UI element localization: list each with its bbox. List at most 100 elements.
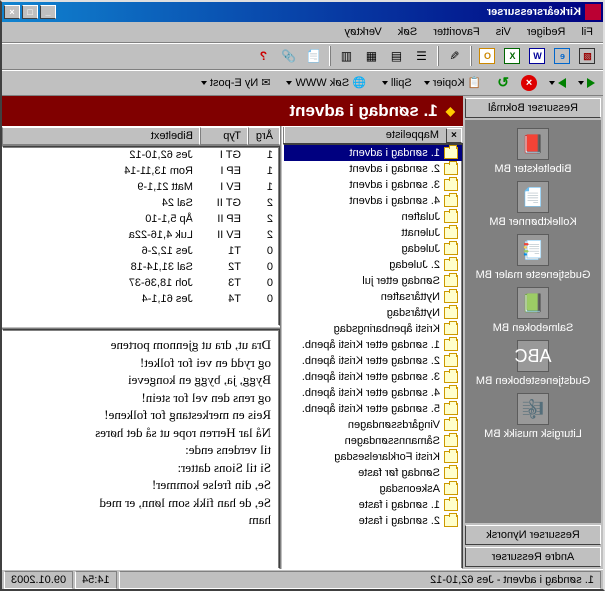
sidebar-item[interactable]: 📕Bibeltekster BM (494, 128, 571, 175)
table-row[interactable]: 2EP II Åp 5,1-10 (3, 211, 279, 227)
tb-tree-icon[interactable]: ☰ (410, 45, 433, 67)
tree-item[interactable]: 1. søndag etter Kristi åpenb. (284, 337, 462, 353)
sidebar-item[interactable]: 📗Salmeboken BM (493, 287, 574, 334)
table-row[interactable]: 1EP I Rom 13,11-14 (3, 163, 279, 179)
scripture-line: Se, de han fikk som lønn, er med (11, 494, 271, 512)
tree-item[interactable]: 3. søndag etter Kristi åpenb. (284, 369, 462, 385)
table-row[interactable]: 0T4 Jes 61,1-4 (3, 291, 279, 307)
menu-fil[interactable]: Fil (575, 24, 599, 40)
tb-excel-icon[interactable]: X (501, 45, 524, 67)
forward-button[interactable] (545, 76, 570, 90)
spill-button[interactable]: Spill (378, 75, 416, 91)
folder-icon (444, 499, 458, 511)
tree-item[interactable]: Søndag etter jul (284, 273, 462, 289)
tb-wand-icon[interactable]: ✎ (443, 45, 466, 67)
tb-link-icon[interactable]: 🔗 (277, 45, 300, 67)
maximize-button[interactable]: □ (22, 5, 38, 19)
menubar: FilRedigerVis FavoritterSøk Verktøy (2, 22, 603, 42)
tree-item[interactable]: 1. søndag i advent (284, 145, 462, 161)
minimize-button[interactable]: _ (40, 5, 56, 19)
tree-item[interactable]: 4. søndag i advent (284, 193, 462, 209)
close-button[interactable]: × (4, 5, 20, 19)
sidebar-header-other[interactable]: Andre Ressurser (465, 547, 601, 567)
tree-item[interactable]: 1. søndag i faste (284, 497, 462, 513)
tb-grid-icon[interactable]: ▦ (360, 45, 383, 67)
tree-item[interactable]: Nyttårsaften (284, 289, 462, 305)
tree-item[interactable]: 2. søndag etter Kristi åpenb. (284, 353, 462, 369)
heading-text: 1. søndag i advent (289, 101, 437, 121)
tb-detail-icon[interactable]: ▥ (335, 45, 358, 67)
table-row[interactable]: 0T3 Joh 18,36-37 (3, 275, 279, 291)
col-bib[interactable]: Bibeltext (2, 127, 200, 145)
scripture-text[interactable]: Dra ut, dra ut gjennom porteneog rydd en… (2, 329, 280, 569)
tb-list-icon[interactable]: ▤ (385, 45, 408, 67)
copy-button[interactable]: 📋Kopier (420, 74, 486, 91)
tree-item[interactable]: Kristi åpenbaringsdag (284, 321, 462, 337)
tb-word-icon[interactable]: W (526, 45, 549, 67)
stop-button[interactable]: × (517, 73, 541, 93)
table-row[interactable]: 1GT I Jes 62,10-12 (3, 147, 279, 163)
sidebar-item[interactable]: 📄Kollektbønner BM (489, 181, 576, 228)
sidebar-header-bokmal[interactable]: Ressurser Bokmål (465, 98, 601, 118)
back-button[interactable] (574, 76, 599, 90)
menu-vis[interactable]: Vis (490, 24, 517, 40)
tree-item[interactable]: 5. søndag etter Kristi åpenb. (284, 401, 462, 417)
tree-item[interactable]: 3. søndag i advent (284, 177, 462, 193)
table-row[interactable]: 0T1 Jes 12,2-6 (3, 243, 279, 259)
tree-item[interactable]: Søndag før faste (284, 465, 462, 481)
tree-header: Mappeliste (283, 127, 445, 143)
tree-item[interactable]: 2. søndag i advent (284, 161, 462, 177)
menu-søk[interactable]: Søk (392, 24, 424, 40)
tree-item[interactable]: Juledag (284, 241, 462, 257)
v-splitter[interactable] (280, 126, 283, 569)
cell-arg: 1 (247, 147, 279, 163)
menu-verktøy[interactable]: Verktøy (338, 24, 387, 40)
folder-icon (444, 243, 458, 255)
table-row[interactable]: 1EV I Matt 21,1-9 (3, 179, 279, 195)
tb-ie-icon[interactable]: e (551, 45, 574, 67)
tree-item[interactable]: Julaften (284, 209, 462, 225)
tree-item[interactable]: Julenatt (284, 225, 462, 241)
tree-item-label: 2. Juledag (389, 259, 440, 271)
tree-item-label: Julenatt (401, 227, 440, 239)
table-row[interactable]: 0T2 Sal 31,14-18 (3, 259, 279, 275)
tb-note-icon[interactable]: 📄 (302, 45, 325, 67)
tree-item[interactable]: Askeonsdag (284, 481, 462, 497)
cell-arg: 0 (247, 243, 279, 259)
titlebar: Kirkeårsressurser _ □ × (2, 2, 603, 22)
tb-help-icon[interactable]: ? (252, 45, 275, 67)
tb-outlook-icon[interactable]: O (476, 45, 499, 67)
sidebar-item[interactable]: 📑Gudstjeneste maler BM (476, 234, 591, 281)
table-row[interactable]: 2EV II Luk 4,16-22a (3, 227, 279, 243)
folder-tree[interactable]: 1. søndag i advent2. søndag i advent3. s… (283, 144, 463, 569)
table-row[interactable]: 2GT II Sal 24 (3, 195, 279, 211)
sidebar-header-nynorsk[interactable]: Ressurser Nynorsk (465, 525, 601, 545)
sidebar-item[interactable]: 🎼Liturgisk musikk BM (484, 393, 582, 440)
tb-blank-icon[interactable]: ▨ (576, 45, 599, 67)
cell-typ: T3 (199, 275, 247, 291)
tree-item[interactable]: Vingårdssøndagen (284, 417, 462, 433)
cell-bib: Jes 12,2-6 (3, 243, 199, 259)
arrow-left-icon (587, 78, 595, 88)
tree-item[interactable]: 2. søndag i faste (284, 513, 462, 529)
search-www-button[interactable]: 🌐Søk WWW (283, 74, 370, 91)
menu-rediger[interactable]: Rediger (521, 24, 572, 40)
tree-close-button[interactable]: × (446, 128, 462, 143)
tree-item[interactable]: 2. Juledag (284, 257, 462, 273)
tree-item[interactable]: Såmannssøndagen (284, 433, 462, 449)
scripture-line: Dra ut, dra ut gjennom portene (11, 336, 271, 354)
table-body[interactable]: 1GT I Jes 62,10-121EP I Rom 13,11-141EV … (2, 146, 280, 326)
tree-item[interactable]: Kristi Forklarelsesdag (284, 449, 462, 465)
sidebar-item[interactable]: ABCGudstjenesteboken BM (476, 340, 590, 387)
refresh-button[interactable]: ↻ (493, 72, 513, 93)
tree-item-label: Søndag før faste (358, 467, 440, 479)
tree-item[interactable]: 4. søndag etter Kristi åpenb. (284, 385, 462, 401)
cell-typ: EP II (199, 211, 247, 227)
menu-favoritter[interactable]: Favoritter (427, 24, 485, 40)
cell-arg: 0 (247, 259, 279, 275)
tree-item[interactable]: Nyttårsdag (284, 305, 462, 321)
col-arg[interactable]: Årg (248, 127, 280, 145)
cell-bib: Jes 62,10-12 (3, 147, 199, 163)
col-typ[interactable]: Typ (200, 127, 248, 145)
new-mail-button[interactable]: ✉Ny E-post (197, 74, 275, 91)
